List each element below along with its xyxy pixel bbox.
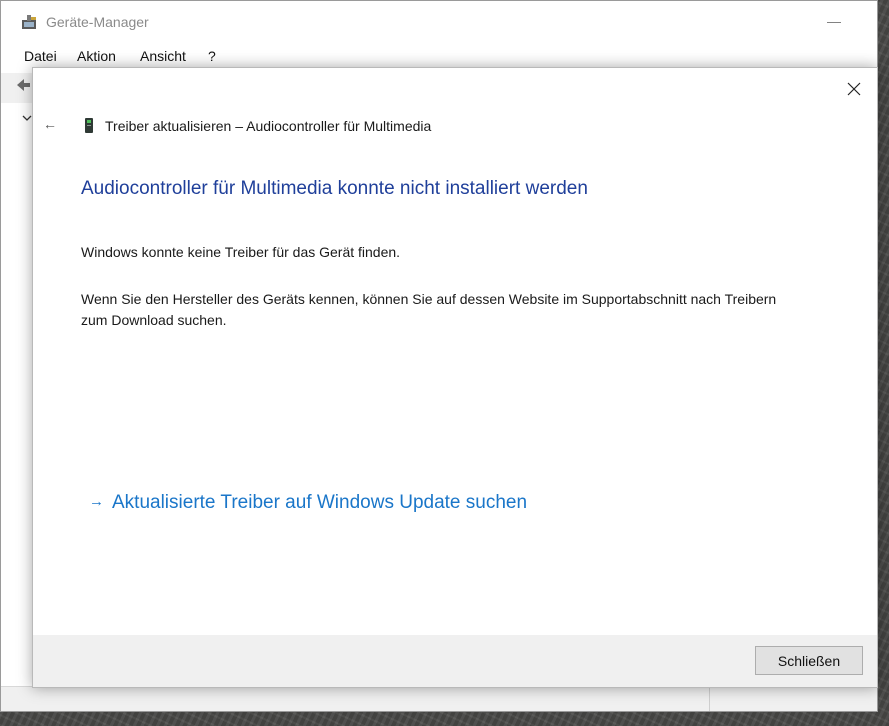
message-manufacturer-hint: Wenn Sie den Hersteller des Geräts kenne… — [81, 291, 777, 328]
windows-update-search-link[interactable]: → Aktualisierte Treiber auf Windows Updat… — [89, 492, 527, 514]
device-manager-titlebar: Geräte-Manager — — [1, 1, 877, 43]
update-driver-dialog: ← Treiber aktualisieren – Audiocontrolle… — [32, 67, 878, 688]
menu-datei[interactable]: Datei — [24, 48, 57, 64]
menu-aktion[interactable]: Aktion — [77, 48, 116, 64]
dialog-footer: Schließen — [33, 635, 877, 687]
link-arrow-icon: → — [89, 493, 104, 510]
dialog-header-title: Treiber aktualisieren – Audiocontroller … — [105, 118, 432, 134]
audio-device-icon — [85, 118, 93, 133]
menu-ansicht[interactable]: Ansicht — [140, 48, 186, 64]
device-manager-icon — [22, 15, 36, 29]
menu-help[interactable]: ? — [208, 48, 216, 64]
window-title: Geräte-Manager — [46, 14, 149, 30]
close-button[interactable]: Schließen — [755, 646, 863, 675]
status-bar — [1, 686, 877, 711]
status-divider — [709, 687, 710, 711]
tree-expand-chevron-icon[interactable] — [22, 114, 32, 122]
link-label: Aktualisierte Treiber auf Windows Update… — [112, 492, 528, 513]
back-arrow-icon[interactable]: ← — [43, 116, 57, 132]
toolbar-back-icon[interactable] — [15, 77, 31, 93]
menu-bar: Datei Aktion Ansicht ? — [1, 43, 877, 69]
close-icon[interactable] — [843, 78, 865, 100]
message-no-driver-found: Windows konnte keine Treiber für das Ger… — [81, 244, 401, 260]
minimize-button[interactable]: — — [819, 9, 849, 35]
error-heading: Audiocontroller für Multimedia konnte ni… — [81, 178, 588, 199]
